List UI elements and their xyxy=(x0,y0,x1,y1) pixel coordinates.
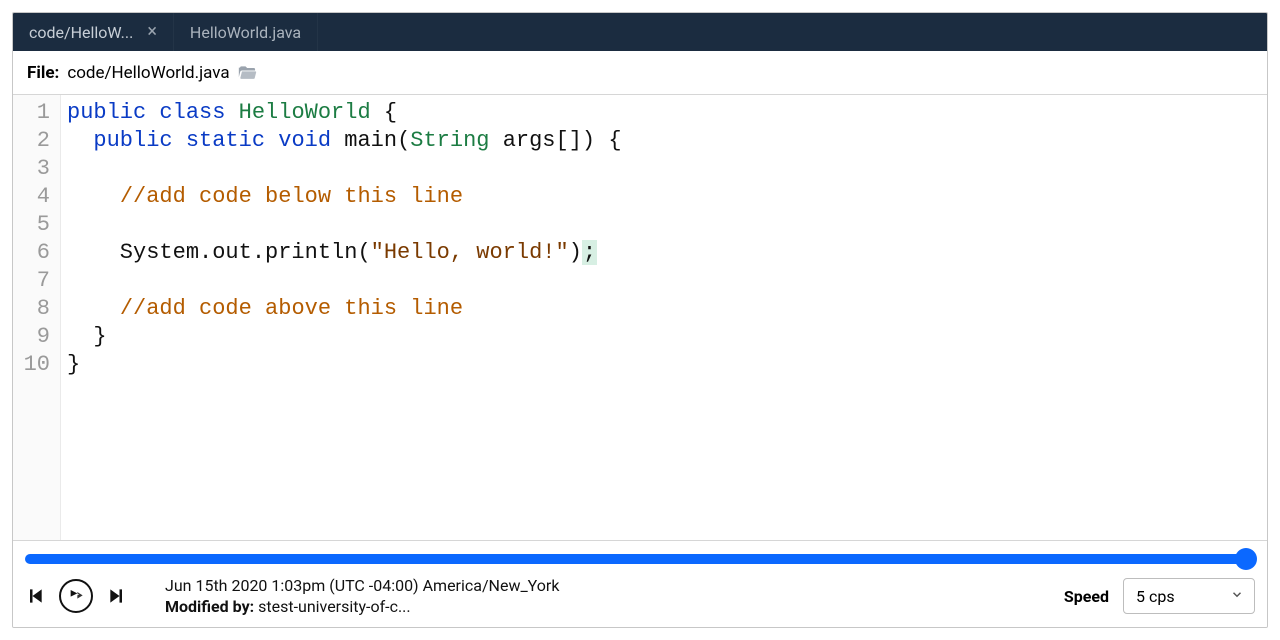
speed-value: 5 cps xyxy=(1136,587,1175,606)
file-path-bar: File: code/HelloWorld.java xyxy=(13,51,1267,95)
file-label: File: xyxy=(27,63,59,83)
playback-thumb[interactable] xyxy=(1235,548,1257,570)
line-number-gutter: 12345678910 xyxy=(13,95,61,540)
tab-bar: code/HelloW... × HelloWorld.java xyxy=(13,13,1267,51)
modified-by-label: Modified by: xyxy=(165,597,254,616)
line-number: 1 xyxy=(13,99,50,127)
line-number: 10 xyxy=(13,351,50,379)
code-line[interactable] xyxy=(67,155,1259,183)
line-number: 9 xyxy=(13,323,50,351)
line-number: 2 xyxy=(13,127,50,155)
code-line[interactable]: public class HelloWorld { xyxy=(67,99,1259,127)
skip-start-button[interactable] xyxy=(25,586,45,606)
tab-label: code/HelloW... xyxy=(29,23,133,42)
line-number: 7 xyxy=(13,267,50,295)
code-line[interactable]: } xyxy=(67,351,1259,379)
code-line[interactable]: //add code above this line xyxy=(67,295,1259,323)
tab-secondary-file[interactable]: HelloWorld.java xyxy=(174,13,318,51)
tab-label: HelloWorld.java xyxy=(190,23,301,42)
playback-timestamp: Jun 15th 2020 1:03pm (UTC -04:00) Americ… xyxy=(165,575,559,596)
speed-label: Speed xyxy=(1064,587,1109,606)
line-number: 4 xyxy=(13,183,50,211)
playback-track[interactable] xyxy=(25,551,1255,567)
line-number: 5 xyxy=(13,211,50,239)
code-line[interactable]: } xyxy=(67,323,1259,351)
tab-active-file[interactable]: code/HelloW... × xyxy=(13,13,174,51)
line-number: 3 xyxy=(13,155,50,183)
line-number: 6 xyxy=(13,239,50,267)
chevron-down-icon xyxy=(1230,587,1244,606)
skip-end-button[interactable] xyxy=(107,586,127,606)
code-line[interactable]: public static void main(String args[]) { xyxy=(67,127,1259,155)
modified-by-value: stest-university-of-c... xyxy=(258,597,411,616)
code-line[interactable] xyxy=(67,211,1259,239)
playback-bar: Jun 15th 2020 1:03pm (UTC -04:00) Americ… xyxy=(13,541,1267,627)
speed-select[interactable]: 5 cps xyxy=(1123,578,1255,614)
close-icon[interactable]: × xyxy=(147,23,157,41)
code-area[interactable]: public class HelloWorld { public static … xyxy=(61,95,1267,540)
code-editor[interactable]: 12345678910 public class HelloWorld { pu… xyxy=(13,95,1267,541)
playback-progress xyxy=(25,554,1255,564)
code-line[interactable] xyxy=(67,267,1259,295)
playback-meta: Jun 15th 2020 1:03pm (UTC -04:00) Americ… xyxy=(165,575,559,617)
line-number: 8 xyxy=(13,295,50,323)
code-line[interactable]: System.out.println("Hello, world!"); xyxy=(67,239,1259,267)
play-button[interactable] xyxy=(59,579,93,613)
file-path: code/HelloWorld.java xyxy=(67,63,229,83)
code-line[interactable]: //add code below this line xyxy=(67,183,1259,211)
folder-open-icon[interactable] xyxy=(238,63,258,83)
